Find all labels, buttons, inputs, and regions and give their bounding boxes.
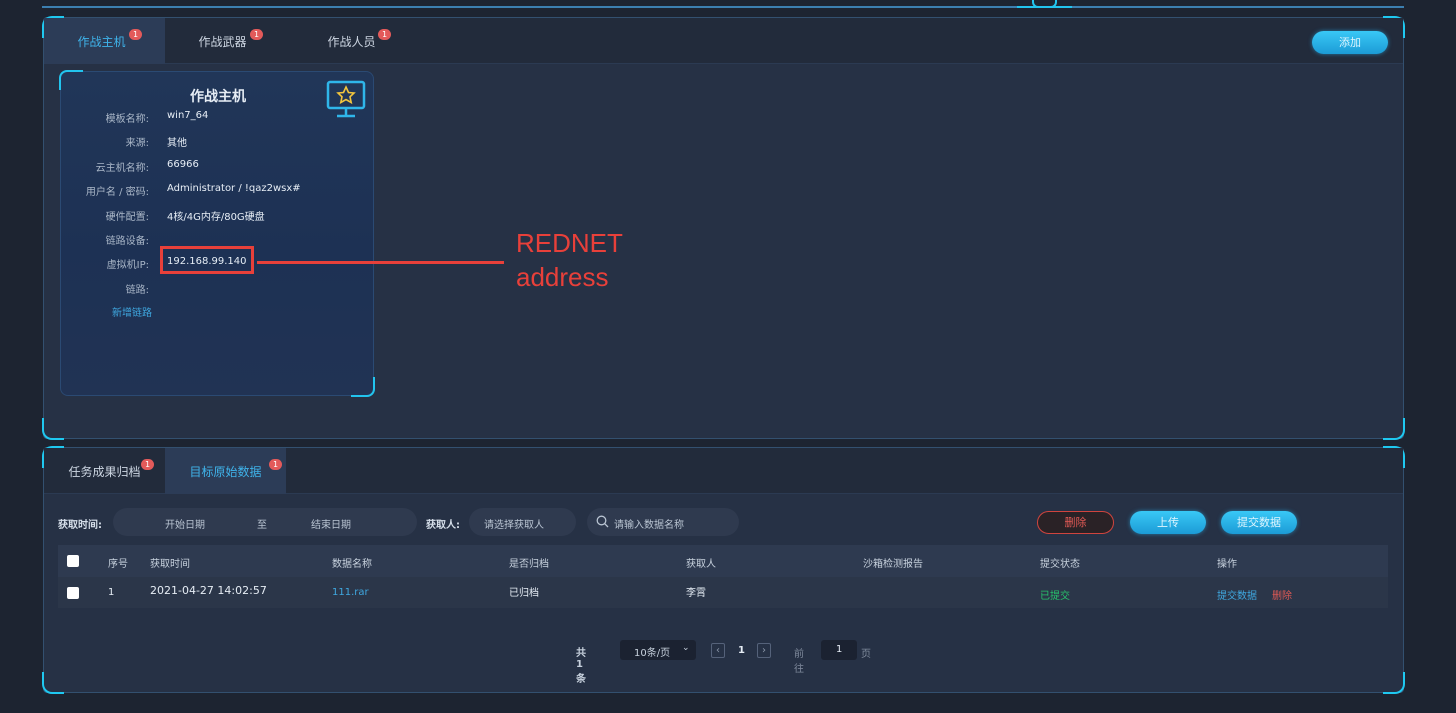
- table-header: 序号 获取时间 数据名称 是否归档 获取人 沙箱检测报告 提交状态 操作: [58, 545, 1388, 577]
- header-acquirer: 获取人: [686, 559, 716, 570]
- goto-label: 前往: [794, 649, 804, 675]
- acquirer-label: 获取人:: [426, 520, 460, 531]
- search-input[interactable]: 请输入数据名称: [587, 508, 739, 536]
- row-time: 2021-04-27 14:02:57: [150, 584, 267, 597]
- start-date-input[interactable]: 开始日期: [165, 516, 205, 531]
- annotation-label: REDNET address: [516, 226, 623, 294]
- combat-host-card[interactable]: 作战主机 模板名称: win7_64 来源: 其他 云主机名称: 66966 用…: [59, 70, 375, 397]
- tab-badge: 1: [269, 459, 282, 470]
- total-count: 共 1 条: [576, 648, 586, 685]
- page-size-value: 10条/页: [634, 648, 671, 659]
- annotation-line-2: address: [516, 262, 609, 292]
- tab-combat-personnel[interactable]: 作战人员 1: [294, 18, 415, 64]
- tab-badge: 1: [129, 29, 142, 40]
- page-suffix: 页: [861, 649, 871, 660]
- search-icon: [596, 515, 609, 531]
- header-actions: 操作: [1217, 559, 1237, 570]
- header-archived: 是否归档: [509, 559, 549, 570]
- table-row: 1 2021-04-27 14:02:57 111.rar 已归档 李霄 已提交…: [58, 577, 1388, 608]
- row-delete-action[interactable]: 删除: [1272, 587, 1292, 602]
- header-submit-status: 提交状态: [1040, 559, 1080, 570]
- combat-resources-panel: 作战主机 1 作战武器 1 作战人员 1 添加 作战主机 模板名称: win7_…: [42, 16, 1405, 440]
- chevron-down-icon: ⌄: [682, 643, 690, 653]
- monitor-star-icon: [325, 80, 367, 120]
- end-date-input[interactable]: 结束日期: [311, 516, 351, 531]
- divider-corner: [1032, 0, 1072, 8]
- upload-button[interactable]: 上传: [1130, 511, 1206, 534]
- row-acquirer: 李霄: [686, 588, 706, 599]
- submit-data-button[interactable]: 提交数据: [1221, 511, 1297, 534]
- tab-badge: 1: [141, 459, 154, 470]
- search-placeholder: 请输入数据名称: [614, 520, 684, 531]
- date-range-picker[interactable]: 开始日期 至 结束日期: [113, 508, 417, 536]
- row-file-link[interactable]: 111.rar: [332, 587, 369, 598]
- header-sandbox-report: 沙箱检测报告: [863, 559, 923, 570]
- tab-combat-host[interactable]: 作战主机 1: [44, 18, 165, 64]
- select-all-checkbox[interactable]: [67, 555, 79, 567]
- goto-page-value: 1: [836, 644, 843, 655]
- tab-task-archive[interactable]: 任务成果归档 1: [44, 448, 165, 494]
- annotation-line-1: REDNET: [516, 228, 623, 258]
- header-time: 获取时间: [150, 559, 190, 570]
- tab-label: 作战人员: [327, 34, 376, 49]
- tab-label: 目标原始数据: [189, 464, 262, 479]
- acquire-time-label: 获取时间:: [58, 520, 102, 531]
- tab-label: 作战武器: [198, 34, 247, 49]
- annotation-pointer-line: [257, 261, 504, 264]
- row-checkbox[interactable]: [67, 587, 79, 599]
- header-name: 数据名称: [332, 559, 372, 570]
- tab-target-raw-data[interactable]: 目标原始数据 1: [165, 448, 286, 494]
- tab-combat-weapon[interactable]: 作战武器 1: [165, 18, 286, 64]
- header-index: 序号: [108, 559, 128, 570]
- row-submit-action[interactable]: 提交数据: [1217, 587, 1257, 602]
- date-separator: 至: [257, 520, 267, 531]
- top-panel-edge: [42, 0, 1404, 8]
- acquirer-placeholder: 请选择获取人: [484, 520, 544, 531]
- tab-badge: 1: [250, 29, 263, 40]
- tab-bar: 作战主机 1 作战武器 1 作战人员 1 添加: [44, 18, 1403, 64]
- goto-page-input[interactable]: 1: [821, 640, 857, 660]
- delete-button[interactable]: 删除: [1037, 511, 1114, 534]
- add-button[interactable]: 添加: [1312, 31, 1388, 54]
- row-status: 已提交: [1040, 591, 1070, 602]
- tab-label: 作战主机: [77, 34, 126, 49]
- tab-badge: 1: [378, 29, 391, 40]
- tab-bar: 任务成果归档 1 目标原始数据 1: [44, 448, 1403, 494]
- page-size-select[interactable]: 10条/页 ⌄: [620, 640, 696, 660]
- row-index: 1: [108, 587, 115, 598]
- prev-page-button[interactable]: ‹: [711, 643, 725, 658]
- current-page[interactable]: 1: [738, 645, 745, 656]
- row-archived: 已归档: [509, 588, 539, 599]
- add-link-button[interactable]: 新增链路: [112, 304, 152, 319]
- tab-label: 任务成果归档: [68, 464, 141, 479]
- ip-highlight-box: [160, 246, 254, 274]
- next-page-button[interactable]: ›: [757, 643, 771, 658]
- acquirer-select[interactable]: 请选择获取人: [469, 508, 576, 536]
